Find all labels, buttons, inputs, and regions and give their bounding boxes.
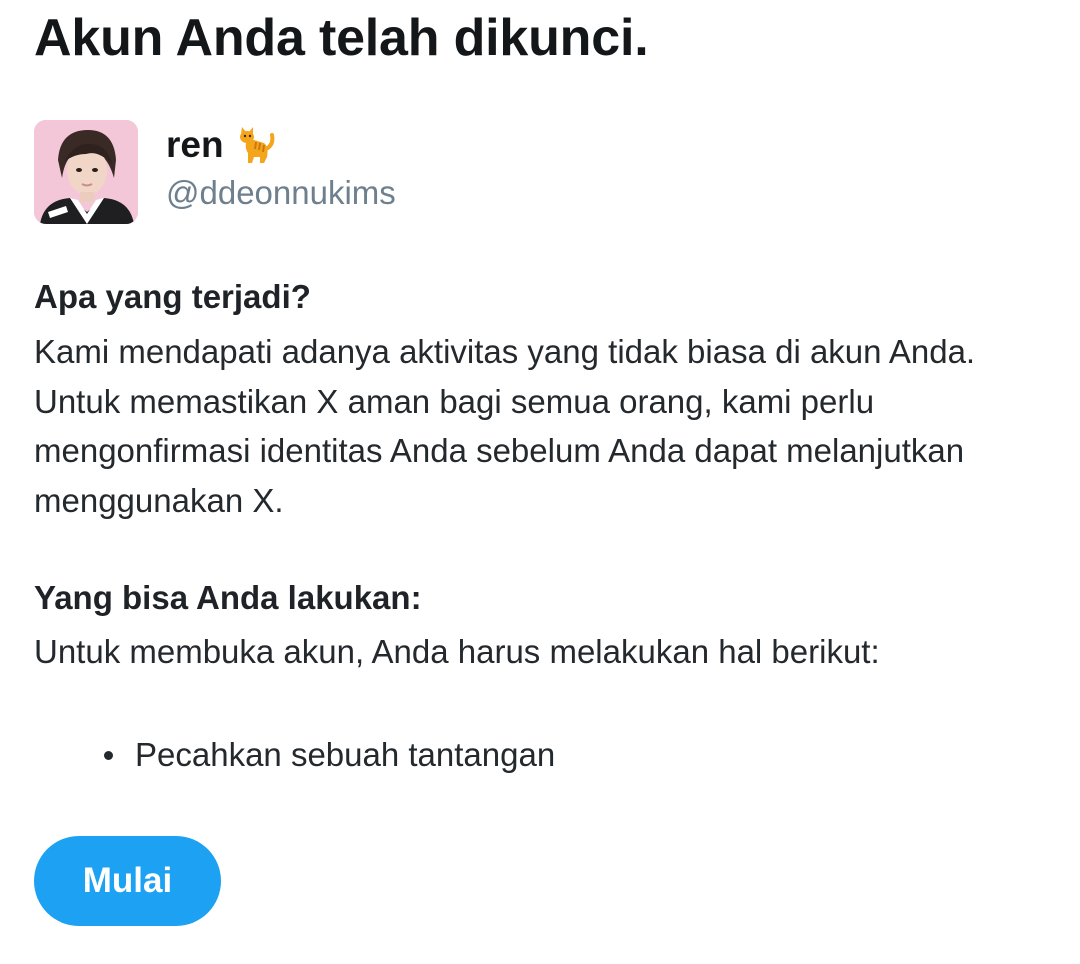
account-handle: @ddeonnukims bbox=[166, 174, 396, 211]
bullet-icon bbox=[104, 750, 113, 760]
cat-icon bbox=[236, 125, 276, 165]
steps-list: Pecahkan sebuah tantangan bbox=[100, 730, 555, 780]
list-item: Pecahkan sebuah tantangan bbox=[100, 730, 555, 780]
display-name-row: ren bbox=[166, 122, 396, 168]
account-names: ren @ddeonnukims bbox=[166, 120, 396, 216]
account-profile: ren @ddeonnukims bbox=[34, 120, 396, 226]
what-happened-text: Kami mendapati adanya aktivitas yang tid… bbox=[34, 333, 976, 519]
display-name: ren bbox=[166, 124, 224, 165]
locked-account-page: Akun Anda telah dikunci. ren @ddeonnukim… bbox=[0, 0, 1080, 964]
page-title: Akun Anda telah dikunci. bbox=[34, 9, 649, 67]
avatar-image bbox=[34, 120, 138, 224]
step-label: Pecahkan sebuah tantangan bbox=[135, 736, 556, 773]
avatar bbox=[34, 120, 138, 224]
what-you-can-do-heading: Yang bisa Anda lakukan: bbox=[34, 579, 422, 616]
what-you-can-do-text: Untuk membuka akun, Anda harus melakukan… bbox=[34, 633, 880, 670]
start-button[interactable]: Mulai bbox=[34, 836, 221, 926]
what-happened-heading: Apa yang terjadi? bbox=[34, 278, 311, 315]
